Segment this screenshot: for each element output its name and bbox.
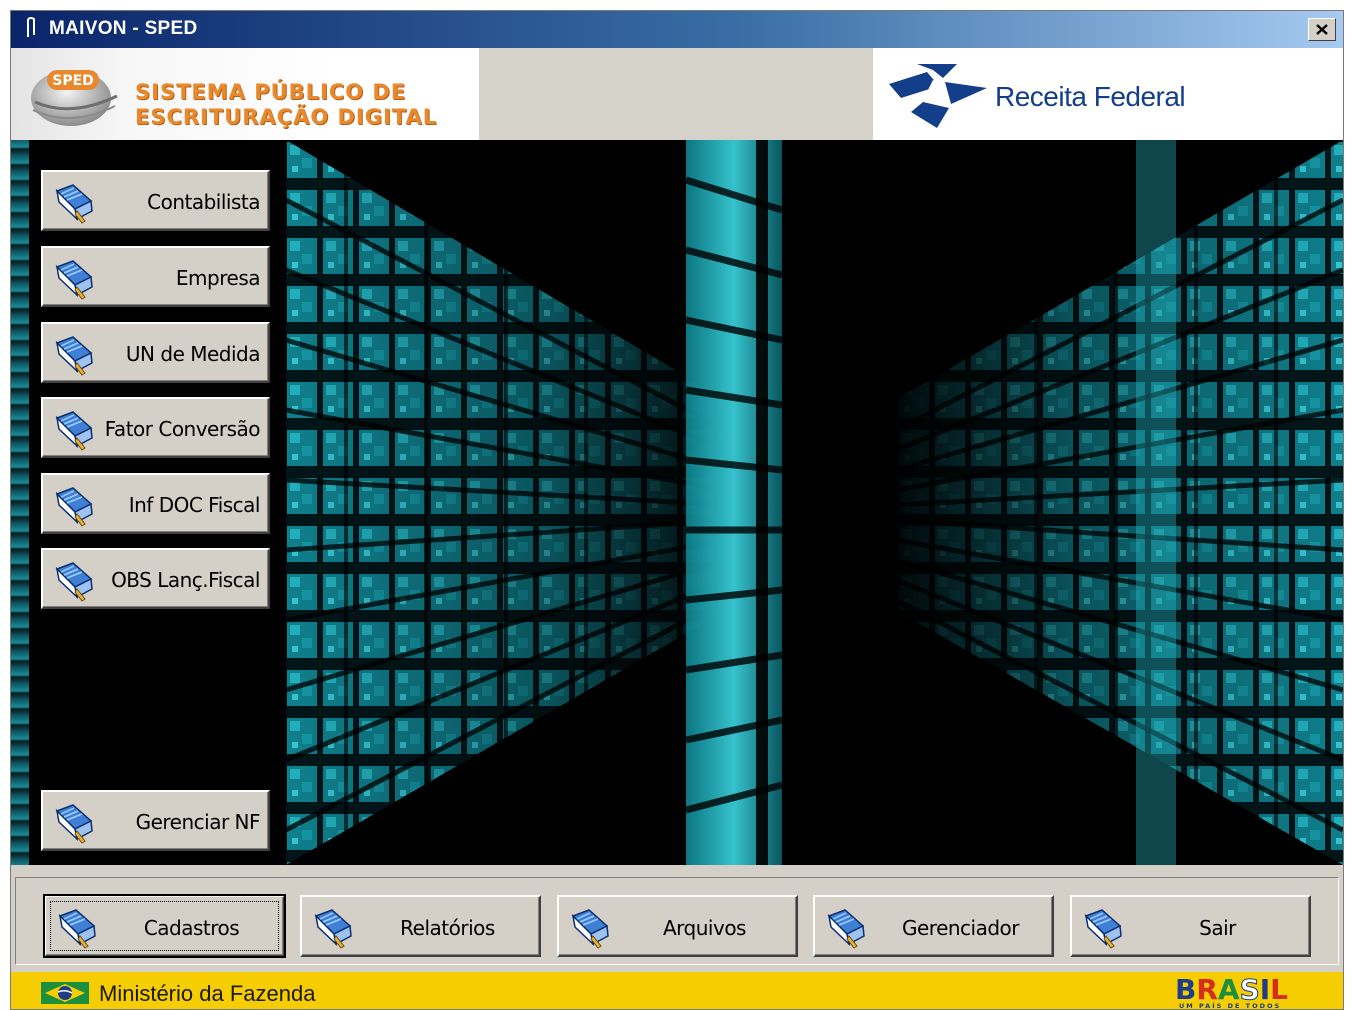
book-icon [567,906,611,950]
arquivos-button[interactable]: Arquivos [557,895,798,957]
receita-federal-text: Receita Federal [995,81,1186,112]
book-icon [54,906,98,950]
book-icon [51,257,95,301]
relatorios-button[interactable]: Relatórios [300,895,541,957]
close-button[interactable] [1308,18,1336,41]
button-label: Gerenciador [901,916,1020,940]
sidebar-item-inf-doc-fiscal[interactable]: Inf DOC Fiscal [41,473,270,534]
sair-button[interactable]: Sair [1070,895,1311,957]
sidebar-item-label: Empresa [175,266,261,290]
book-icon [51,559,95,603]
book-icon [310,906,354,950]
sped-logo: SPED SISTEMA PÚBLICO DE ESCRITURAÇÃO DIG… [11,48,479,140]
book-icon [823,906,867,950]
book-icon [51,333,95,377]
sidebar-item-obs-lanc-fiscal[interactable]: OBS Lanç.Fiscal [41,548,270,609]
sidebar-item-label: Gerenciar NF [135,810,261,834]
book-icon [51,408,95,452]
sidebar-item-contabilista[interactable]: Contabilista [41,170,270,231]
app-icon [27,17,35,37]
cadastros-button[interactable]: Cadastros [43,894,286,958]
gerenciador-button[interactable]: Gerenciador [813,895,1054,957]
sidebar-item-empresa[interactable]: Empresa [41,246,270,307]
sidebar-item-label: Contabilista [147,190,260,214]
sidebar-item-label: OBS Lanç.Fiscal [111,568,260,592]
sidebar-item-label: UN de Medida [125,342,261,366]
button-label: Relatórios [400,916,495,940]
main-content: Contabilista Empresa UN de Medida Fator … [11,140,1343,865]
sped-title-line1: SISTEMA PÚBLICO DE [135,80,407,104]
sidebar: Contabilista Empresa UN de Medida Fator … [29,140,286,865]
close-icon [1316,24,1328,35]
book-icon [1080,906,1124,950]
button-label: Cadastros [143,916,240,940]
status-bar: Ministério da Fazenda BRASIL UM PAÍS DE … [11,972,1343,1010]
sped-title-line2: ESCRITURAÇÃO DIGITAL [135,105,438,129]
button-label: Arquivos [663,916,746,940]
brazil-flag-icon [41,982,89,1004]
header-banner: SPED SISTEMA PÚBLICO DE ESCRITURAÇÃO DIG… [11,48,1343,140]
title-bar[interactable]: MAIVON - SPED [11,11,1343,48]
ministry-label: Ministério da Fazenda [99,981,316,1006]
left-decor-strip [11,140,29,865]
sidebar-item-un-de-medida[interactable]: UN de Medida [41,322,270,383]
sped-globe-icon: SPED [31,70,118,126]
book-icon [51,484,95,528]
sped-badge: SPED [52,73,94,89]
receita-federal-mark-icon [889,64,987,128]
button-label: Sair [1199,916,1236,940]
book-icon [51,181,95,225]
brasil-logo: BRASIL UM PAÍS DE TODOS [1175,974,1288,1010]
sidebar-item-gerenciar-nf[interactable]: Gerenciar NF [41,790,270,851]
bottom-toolbar: Cadastros Relatórios Arquivos Gerenciado… [11,865,1343,972]
brasil-tagline: UM PAÍS DE TODOS [1179,1001,1281,1010]
sidebar-item-label: Fator Conversão [104,417,261,441]
sidebar-item-fator-conversao[interactable]: Fator Conversão [41,397,270,458]
main-window: MAIVON - SPED SPED SISTEMA PÚBLICO DE ES… [10,10,1344,1010]
receita-federal-logo: Receita Federal [873,48,1343,140]
sidebar-item-label: Inf DOC Fiscal [128,493,261,517]
book-icon [51,801,95,845]
window-title: MAIVON - SPED [49,18,198,39]
background-digital-art [286,140,1343,865]
